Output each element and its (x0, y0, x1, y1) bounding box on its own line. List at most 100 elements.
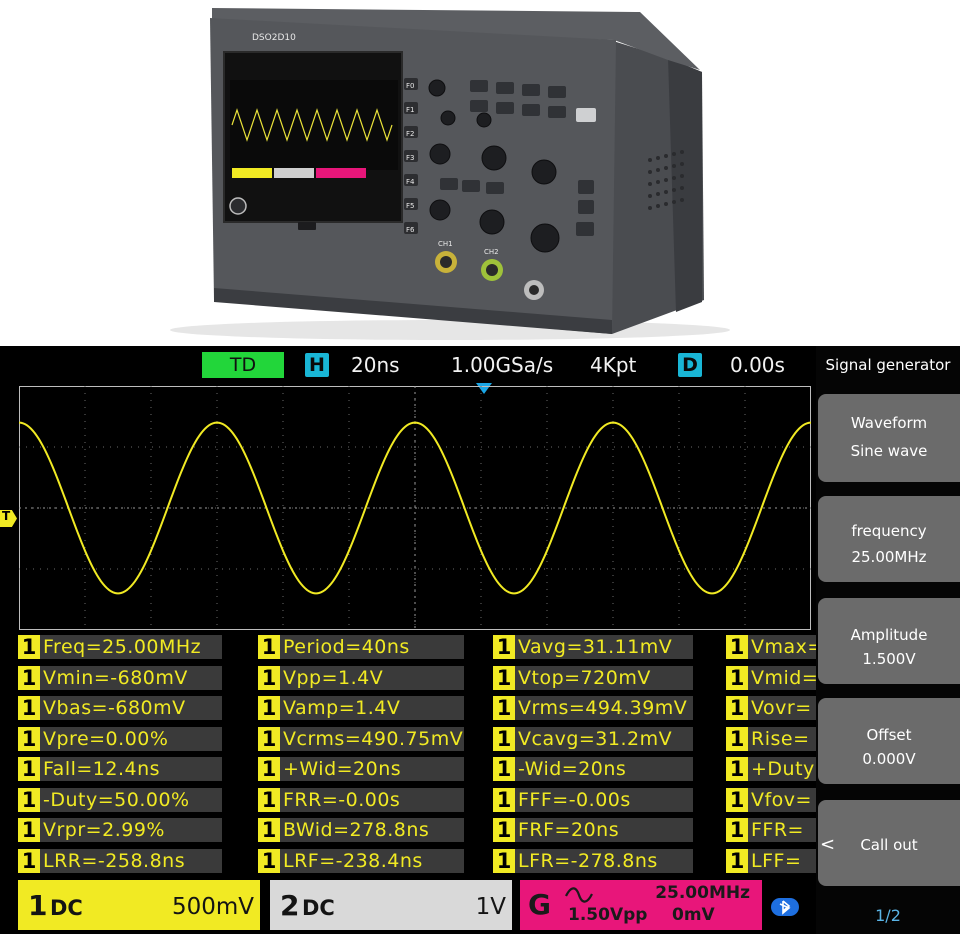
menu-item-waveform[interactable]: Waveform Sine wave (818, 394, 960, 482)
measurement-value: Vrpr=2.99% (43, 819, 165, 841)
acquire-mode-badge[interactable]: TD (202, 352, 284, 378)
measurement-value: FFF=-0.00s (518, 788, 631, 811)
measurement-channel-badge: 1 (258, 665, 280, 690)
measurement-channel-badge: 1 (18, 696, 40, 720)
measurement-value: BWid=278.8ns (283, 819, 430, 841)
measurement-cell: 1 -Duty=50.00% (18, 787, 222, 812)
menu-item-offset-value: 0.000V (862, 750, 916, 768)
measurement-cell: 1 Vpre=0.00% (18, 726, 222, 751)
measurement-cell: 1 Vrms=494.39mV (493, 696, 693, 720)
device-model-label: DSO2D10 (252, 33, 296, 43)
measurement-channel-badge: 1 (726, 726, 748, 751)
softkey-f5-label: F5 (406, 202, 414, 210)
measurement-channel-badge: 1 (726, 848, 748, 873)
measurement-cell: 1 Vcavg=31.2mV (493, 726, 693, 751)
measurement-value: FRR=-0.00s (283, 788, 401, 811)
channel-bar: 1 DC 500mV 2 DC 1V G 25.00MHz 1.50Vpp 0m… (0, 878, 816, 934)
measurement-cell: 1 Vavg=31.11mV (493, 635, 693, 659)
measurement-channel-badge: 1 (258, 757, 280, 781)
measurement-value: Vtop=720mV (518, 666, 651, 689)
trigger-level-marker[interactable]: T (0, 510, 17, 527)
product-photo: DSO2D10 F0 F1 F2 F3 F4 F5 F6 CH1 CH2 (0, 0, 960, 346)
measurement-cell: 1 -Wid=20ns (493, 757, 693, 781)
menu-item-frequency[interactable]: frequency 25.00MHz (818, 496, 960, 582)
measurement-channel-badge: 1 (726, 757, 748, 781)
measurement-channel-badge: 1 (493, 818, 515, 842)
menu-item-offset[interactable]: Offset 0.000V (818, 698, 960, 784)
measurement-channel-badge: 1 (258, 848, 280, 873)
delay-badge: D (678, 353, 702, 377)
measurement-channel-badge: 1 (726, 665, 748, 690)
measurement-value: Vcrms=490.75mV (283, 727, 464, 750)
softkey-f3-label: F3 (406, 154, 414, 162)
measurement-value: Vavg=31.11mV (518, 636, 673, 658)
generator-status-box[interactable]: G 25.00MHz 1.50Vpp 0mV (520, 880, 762, 930)
measurement-channel-badge: 1 (18, 848, 40, 873)
measurement-cell: 1 Vcrms=490.75mV (258, 726, 464, 751)
measurement-channel-badge: 1 (493, 665, 515, 690)
measurement-channel-badge: 1 (18, 787, 40, 812)
measurement-panel: 1 Freq=25.00MHz 1 Period=40ns 1 Vavg=31.11mV 1… (18, 632, 816, 876)
menu-page-indicator[interactable]: 1/2 (816, 906, 960, 925)
measurement-channel-badge: 1 (493, 635, 515, 659)
status-bar: TD H 20ns 1.00GSa/s 4Kpt D 0.00s (0, 346, 816, 384)
measurement-cell: 1 +Wid=20ns (258, 757, 464, 781)
measurement-cell: 1 Vmid= (726, 665, 816, 690)
softkey-f1-label: F1 (406, 106, 414, 114)
measurement-value: LRR=-258.8ns (43, 849, 186, 872)
ch1-scale: 500mV (171, 894, 254, 920)
measurement-value: +Duty (751, 758, 815, 780)
menu-item-frequency-label: frequency (851, 522, 927, 540)
softkey-f4-label: F4 (406, 178, 415, 186)
measurement-channel-badge: 1 (726, 818, 748, 842)
ch2-number: 2 (280, 889, 300, 922)
measurement-channel-badge: 1 (18, 757, 40, 781)
menu-title: Signal generator (825, 356, 951, 374)
measurement-cell: 1 FFR= (726, 818, 816, 842)
measurement-channel-badge: 1 (493, 726, 515, 751)
menu-item-call-out[interactable]: Call out (818, 800, 960, 886)
signal-generator-menu: Signal generator Waveform Sine wave freq… (816, 346, 960, 934)
measurement-value: Rise= (751, 727, 810, 750)
measurement-cell: 1 Vmax= (726, 635, 816, 659)
bluetooth-icon (771, 898, 799, 916)
generator-offset: 0mV (672, 905, 715, 925)
measurement-channel-badge: 1 (726, 787, 748, 812)
menu-item-frequency-value: 25.00MHz (851, 548, 927, 566)
ch2-status-box[interactable]: 2 DC 1V (270, 880, 512, 930)
measurement-cell: 1 +Duty (726, 757, 816, 781)
generator-letter: G (528, 888, 551, 921)
measurement-value: Vmax= (751, 636, 816, 658)
measurement-cell: 1 Vamp=1.4V (258, 696, 464, 720)
trigger-level-label: T (2, 509, 11, 523)
measurement-channel-badge: 1 (18, 818, 40, 842)
ch1-status-box[interactable]: 1 DC 500mV (18, 880, 260, 930)
generator-frequency: 25.00MHz (655, 883, 750, 903)
measurement-cell: 1 Vmin=-680mV (18, 665, 222, 690)
menu-item-call-out-label: Call out (860, 836, 918, 854)
generator-amplitude: 1.50Vpp (568, 905, 648, 925)
measurement-value: -Wid=20ns (518, 758, 627, 780)
menu-item-waveform-label: Waveform (850, 414, 928, 432)
softkey-f2-label: F2 (406, 130, 414, 138)
measurement-cell: 1 Freq=25.00MHz (18, 635, 222, 659)
measurement-cell: 1 FRR=-0.00s (258, 787, 464, 812)
measurement-value: Vpp=1.4V (283, 666, 384, 689)
measurement-value: -Duty=50.00% (43, 788, 190, 811)
ch1-coupling: DC (50, 896, 83, 920)
measurement-cell: 1 Vtop=720mV (493, 665, 693, 690)
measurement-channel-badge: 1 (493, 757, 515, 781)
measurement-channel-badge: 1 (258, 726, 280, 751)
measurement-value: Vmid= (751, 666, 816, 689)
measurement-channel-badge: 1 (493, 696, 515, 720)
menu-item-amplitude[interactable]: Amplitude 1.500V (818, 598, 960, 684)
ch2-coupling: DC (302, 896, 335, 920)
measurement-channel-badge: 1 (726, 635, 748, 659)
measurement-channel-badge: 1 (493, 787, 515, 812)
measurement-cell: 1 FRF=20ns (493, 818, 693, 842)
measurement-value: Vpre=0.00% (43, 727, 169, 750)
menu-item-waveform-value: Sine wave (850, 442, 928, 460)
chevron-left-icon: < (820, 834, 836, 855)
measurement-cell: 1 LFF= (726, 848, 816, 873)
measurement-channel-badge: 1 (258, 818, 280, 842)
